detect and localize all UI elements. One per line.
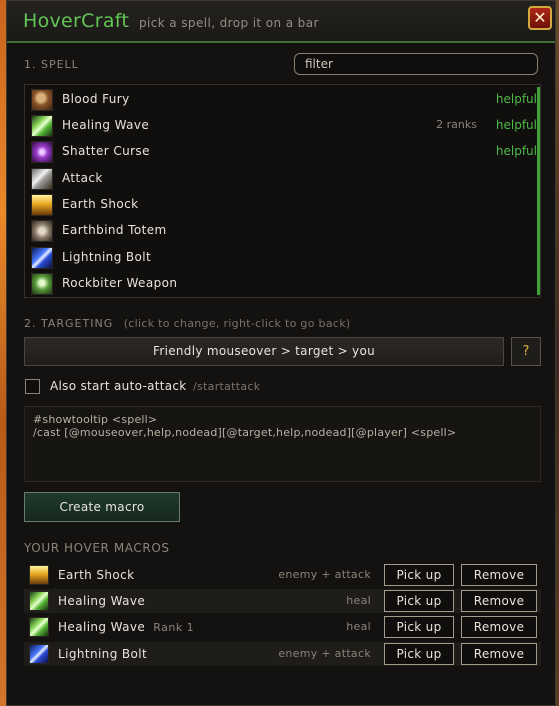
macro-line-2: /cast [@mouseover,help,nodead][@target,h… <box>33 426 457 439</box>
title-bar[interactable]: HoverCraft pick a spell, drop it on a ba… <box>7 1 555 43</box>
hover-macro-row: Healing Wave Rank 1 heal Pick up Remove <box>24 615 541 639</box>
hover-macro-name: Healing Wave Rank 1 <box>58 620 195 634</box>
lightning-bolt-icon <box>31 247 53 269</box>
spell-row-earthbind-totem[interactable]: Earthbind Totem <box>25 218 537 244</box>
hover-macro-rank: Rank 1 <box>153 621 195 634</box>
spell-name: Earthbind Totem <box>62 223 167 237</box>
auto-attack-hint: /startattack <box>193 380 261 393</box>
hover-macro-row: Healing Wave heal Pick up Remove <box>24 589 541 613</box>
spell-name: Attack <box>62 171 103 185</box>
create-macro-button[interactable]: Create macro <box>24 492 180 522</box>
blood-fury-icon <box>31 89 53 111</box>
spell-row-earth-shock[interactable]: Earth Shock <box>25 192 537 218</box>
spell-section-label: 1. SPELL <box>24 58 79 71</box>
targeting-section-label: 2. TARGETING (click to change, right-cli… <box>24 317 350 330</box>
remove-button[interactable]: Remove <box>461 643 537 665</box>
lightning-bolt-icon <box>29 644 49 664</box>
macro-preview: #showtooltip <spell> /cast [@mouseover,h… <box>24 406 541 482</box>
macro-line-1: #showtooltip <spell> <box>33 413 158 426</box>
hovercraft-window: HoverCraft pick a spell, drop it on a ba… <box>6 0 556 706</box>
hover-macro-name: Healing Wave <box>58 594 146 608</box>
close-button[interactable]: ✕ <box>528 6 552 30</box>
earth-shock-icon <box>29 565 49 585</box>
window-title: HoverCraft <box>23 10 130 32</box>
spell-row-blood-fury[interactable]: Blood Fury helpful <box>25 87 537 113</box>
remove-button[interactable]: Remove <box>461 564 537 586</box>
spell-row-rockbiter-weapon[interactable]: Rockbiter Weapon <box>25 271 537 297</box>
hover-macro-row: Earth Shock enemy + attack Pick up Remov… <box>24 563 541 587</box>
spell-name: Blood Fury <box>62 92 130 106</box>
spell-name: Shatter Curse <box>62 144 150 158</box>
spell-name: Lightning Bolt <box>62 250 152 264</box>
spell-name: Earth Shock <box>62 197 139 211</box>
shatter-curse-icon <box>31 141 53 163</box>
auto-attack-label[interactable]: Also start auto-attack <box>50 379 187 393</box>
close-icon: ✕ <box>533 8 547 27</box>
pick-up-button[interactable]: Pick up <box>384 616 454 638</box>
earth-shock-icon <box>31 194 53 216</box>
attack-icon <box>31 168 53 190</box>
targeting-button[interactable]: Friendly mouseover > target > you <box>24 337 504 366</box>
spell-tag: helpful <box>495 144 537 158</box>
remove-button[interactable]: Remove <box>461 616 537 638</box>
hover-macro-desc: enemy + attack <box>278 568 371 581</box>
pick-up-button[interactable]: Pick up <box>384 590 454 612</box>
hover-macros-heading: YOUR HOVER MACROS <box>24 541 170 555</box>
hover-macro-desc: enemy + attack <box>278 647 371 660</box>
targeting-help-button[interactable]: ? <box>511 337 541 366</box>
spell-rank: 2 ranks <box>436 118 477 131</box>
spell-name: Rockbiter Weapon <box>62 276 178 290</box>
spell-list-scrollbar[interactable] <box>537 87 540 295</box>
hover-macro-name: Lightning Bolt <box>58 647 148 661</box>
healing-wave-icon <box>31 115 53 137</box>
targeting-hint: (click to change, right-click to go back… <box>123 317 351 330</box>
earthbind-totem-icon <box>31 220 53 242</box>
targeting-label: 2. TARGETING <box>24 317 114 330</box>
window-subtitle: pick a spell, drop it on a bar <box>139 16 319 30</box>
pick-up-button[interactable]: Pick up <box>384 643 454 665</box>
remove-button[interactable]: Remove <box>461 590 537 612</box>
spell-name: Healing Wave <box>62 118 150 132</box>
spell-row-healing-wave[interactable]: Healing Wave 2 ranks helpful <box>25 113 537 139</box>
healing-wave-icon <box>29 617 49 637</box>
spell-tag: helpful <box>495 92 537 106</box>
rockbiter-weapon-icon <box>31 273 53 295</box>
auto-attack-checkbox[interactable] <box>25 379 40 394</box>
spell-row-lightning-bolt[interactable]: Lightning Bolt <box>25 245 537 271</box>
healing-wave-icon <box>29 591 49 611</box>
spell-list: Blood Fury helpful Healing Wave 2 ranks … <box>24 84 541 298</box>
hover-macro-desc: heal <box>346 620 371 633</box>
hover-macro-desc: heal <box>346 594 371 607</box>
filter-input[interactable] <box>294 53 538 75</box>
hover-macro-row: Lightning Bolt enemy + attack Pick up Re… <box>24 642 541 666</box>
pick-up-button[interactable]: Pick up <box>384 564 454 586</box>
spell-row-shatter-curse[interactable]: Shatter Curse helpful <box>25 139 537 165</box>
spell-tag: helpful <box>495 118 537 132</box>
spell-row-attack[interactable]: Attack <box>25 166 537 192</box>
hover-macro-name: Earth Shock <box>58 568 135 582</box>
